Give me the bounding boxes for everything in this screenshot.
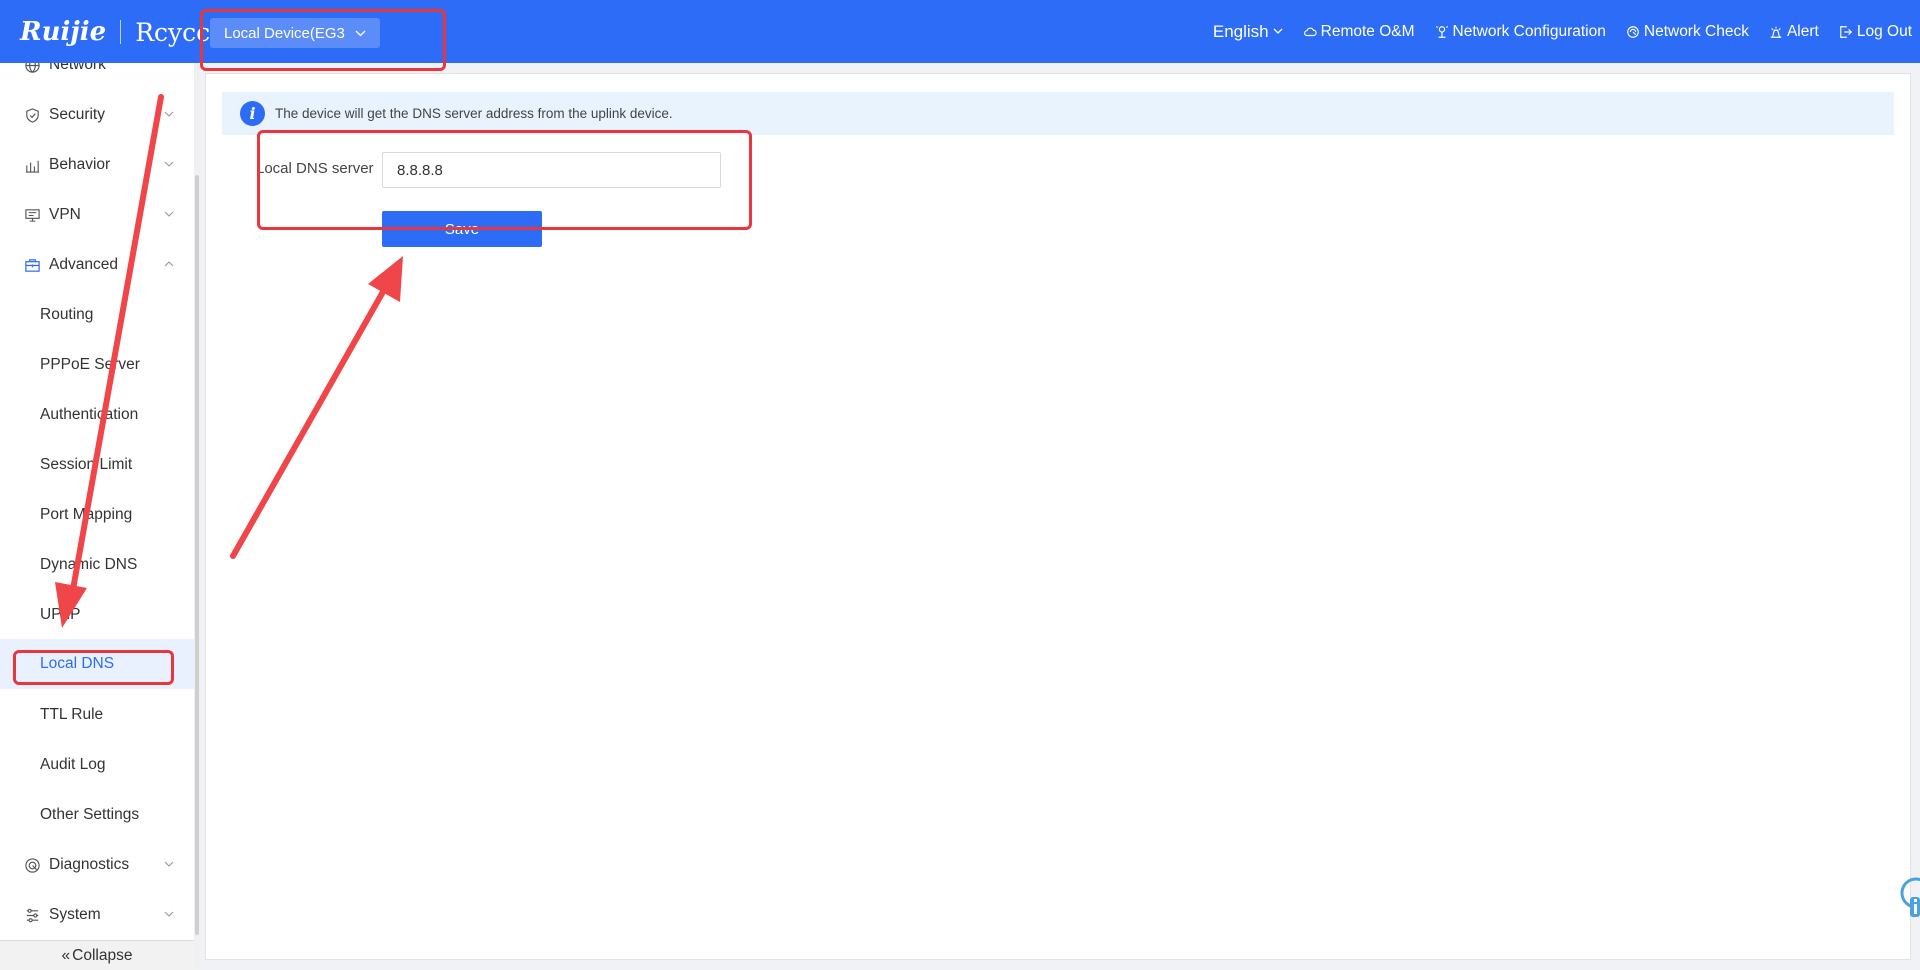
monitor-icon (23, 206, 41, 224)
network-check-label: Network Check (1643, 22, 1749, 40)
network-configuration-label: Network Configuration (1452, 22, 1606, 40)
remote-om-label: Remote O&M (1320, 22, 1415, 40)
double-chevron-left-icon: « (61, 946, 71, 964)
network-check-icon (1627, 25, 1639, 38)
sidebar-item-pppoe-server[interactable]: PPPoE Server (0, 340, 194, 390)
network-check-link[interactable]: Network Check (1626, 23, 1749, 41)
collapse-button[interactable]: « Collapse (0, 940, 194, 970)
bar-chart-icon (23, 156, 41, 174)
sidebar-item-diagnostics[interactable]: Diagnostics (0, 840, 194, 890)
save-button[interactable]: Save (382, 211, 542, 247)
top-header: Ruijie Rcycc Local Device(EG3 English Re… (0, 0, 1920, 63)
language-select[interactable]: English (1213, 22, 1283, 42)
sidebar-item-label: Network (49, 63, 106, 73)
info-icon: i (240, 101, 265, 126)
language-label: English (1212, 21, 1269, 41)
sidebar-item-other-settings[interactable]: Other Settings (0, 790, 194, 840)
alert-icon (1770, 26, 1782, 38)
sidebar-scrollbar-thumb[interactable] (195, 175, 199, 935)
chevron-down-icon (164, 211, 174, 217)
remote-om-link[interactable]: Remote O&M (1303, 23, 1415, 41)
logout-label: Log Out (1856, 22, 1912, 40)
sidebar-item-label: Security (49, 106, 105, 123)
header-nav: English Remote O&M Network Configuration… (1213, 0, 1912, 63)
local-dns-label: Local DNS server (256, 160, 374, 177)
sidebar-item-label: Behavior (49, 156, 111, 173)
sidebar-item-label: Diagnostics (49, 856, 130, 873)
sliders-icon (23, 906, 41, 924)
main-panel: i The device will get the DNS server add… (205, 73, 1911, 960)
logout-link[interactable]: Log Out (1839, 23, 1912, 41)
local-dns-input[interactable] (382, 152, 721, 188)
sidebar-item-label: Advanced (49, 256, 118, 273)
chevron-down-icon (164, 861, 174, 867)
device-select-label: Local Device(EG3 (224, 24, 345, 42)
logo: Ruijie Rcycc (20, 15, 210, 49)
info-banner: i The device will get the DNS server add… (222, 92, 1894, 135)
sidebar-item-security[interactable]: Security (0, 90, 194, 140)
sidebar-item-dynamic-dns[interactable]: Dynamic DNS (0, 540, 194, 590)
shield-icon (23, 106, 41, 124)
sidebar-item-system[interactable]: System (0, 890, 194, 940)
network-config-icon (1435, 25, 1448, 38)
sidebar-item-label: System (49, 906, 101, 923)
logout-icon (1840, 25, 1852, 38)
sidebar-item-vpn[interactable]: VPN (0, 190, 194, 240)
chevron-down-icon (164, 161, 174, 167)
collapse-label: Collapse (72, 946, 133, 964)
sidebar-item-advanced[interactable]: Advanced (0, 240, 194, 290)
diagnostics-icon (23, 856, 41, 874)
sidebar-item-label: VPN (49, 206, 81, 223)
logo-brand: Ruijie (20, 17, 107, 47)
sidebar-item-audit-log[interactable]: Audit Log (0, 740, 194, 790)
chevron-up-icon (164, 261, 174, 267)
assistant-icon[interactable] (1896, 875, 1920, 925)
sidebar-item-port-mapping[interactable]: Port Mapping (0, 490, 194, 540)
chevron-down-icon (164, 911, 174, 917)
logo-product: Rcycc (135, 17, 211, 47)
globe-icon (23, 63, 41, 74)
alert-label: Alert (1786, 22, 1819, 40)
chevron-down-icon (1273, 28, 1283, 34)
sidebar-item-ttl-rule[interactable]: TTL Rule (0, 690, 194, 740)
sidebar-item-routing[interactable]: Routing (0, 290, 194, 340)
sidebar-item-network[interactable]: Network (0, 63, 194, 90)
sidebar-item-authentication[interactable]: Authentication (0, 390, 194, 440)
chevron-down-icon (355, 30, 366, 36)
device-select[interactable]: Local Device(EG3 (210, 18, 380, 48)
sidebar: Network Security Behavior VPN Advanced R… (0, 63, 194, 969)
sidebar-item-local-dns[interactable]: Local DNS (0, 639, 194, 689)
logo-divider (120, 20, 122, 44)
cloud-icon (1303, 27, 1317, 36)
info-text: The device will get the DNS server addre… (275, 106, 673, 121)
toolbox-icon (23, 256, 41, 274)
chevron-down-icon (164, 111, 174, 117)
alert-link[interactable]: Alert (1769, 23, 1819, 41)
sidebar-item-upnp[interactable]: UPnP (0, 590, 194, 640)
sidebar-item-session-limit[interactable]: Session Limit (0, 440, 194, 490)
network-configuration-link[interactable]: Network Configuration (1435, 23, 1606, 41)
sidebar-item-behavior[interactable]: Behavior (0, 140, 194, 190)
